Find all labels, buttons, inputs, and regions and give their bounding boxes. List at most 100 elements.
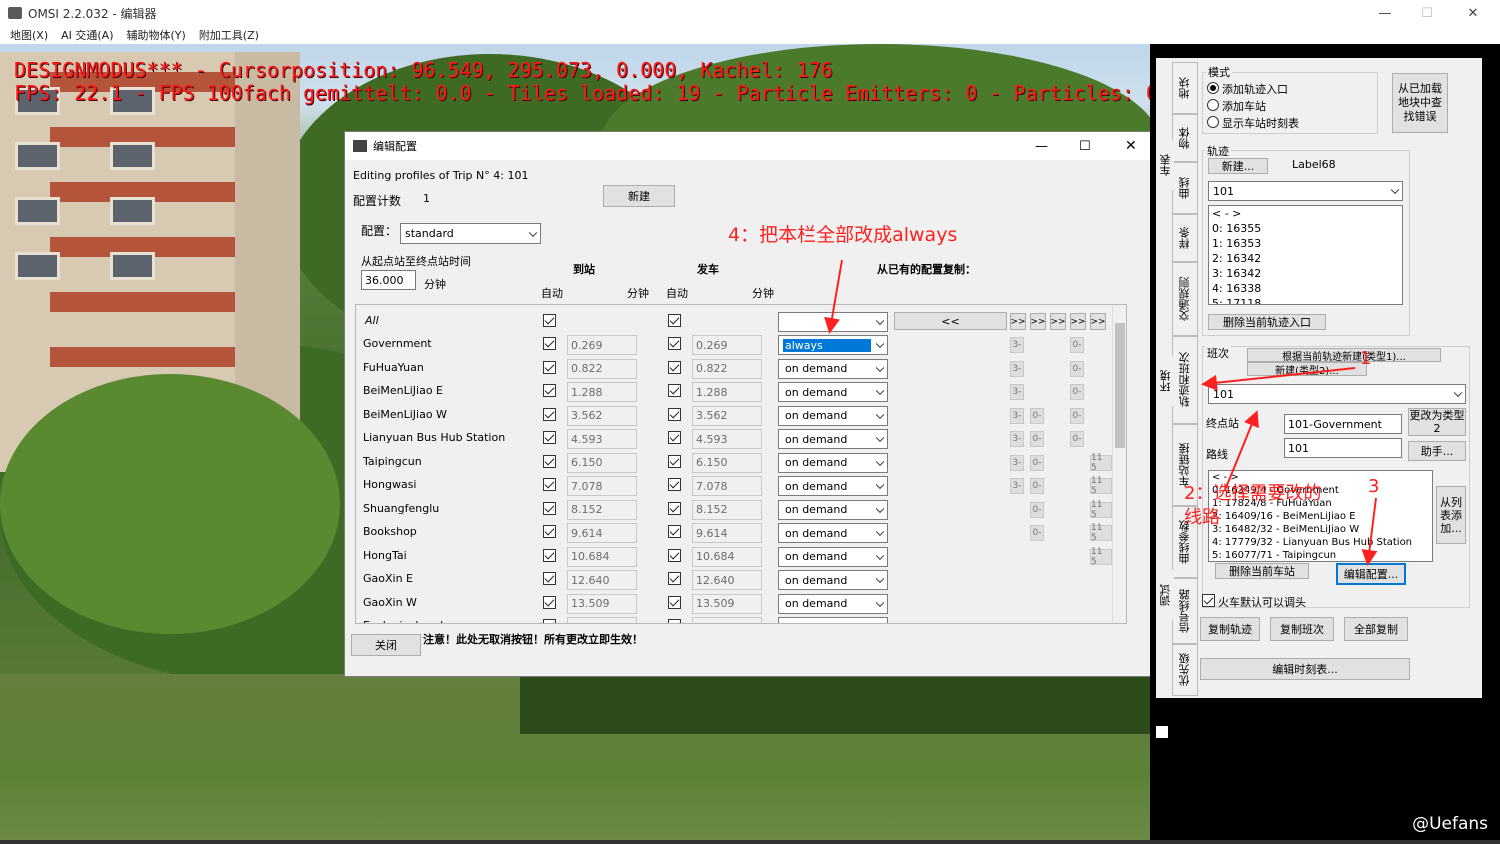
dialog-close-button[interactable]: ✕ <box>1125 138 1137 154</box>
track-list[interactable]: < - > 0: 16355 1: 16353 2: 16342 3: 1634… <box>1208 205 1403 305</box>
delete-entry-button[interactable]: 删除当前轨迹入口 <box>1208 314 1326 330</box>
helper-button[interactable]: 助手... <box>1408 441 1466 461</box>
new-profile-button[interactable]: 新建 <box>603 185 675 207</box>
copy-source-cell[interactable]: 0- <box>1070 431 1084 447</box>
tab-priority[interactable]: 优先级 <box>1172 644 1198 696</box>
all-depart-auto-checkbox[interactable] <box>668 314 681 327</box>
depart-auto-checkbox[interactable] <box>668 595 681 609</box>
tab-traffic-rules[interactable]: 交通规则 <box>1172 262 1198 336</box>
stop-mode-select[interactable]: on demand <box>778 523 888 543</box>
copy-back-button[interactable]: << <box>894 312 1007 330</box>
stop-mode-select[interactable]: on demand <box>778 476 888 496</box>
copy-all-button[interactable]: 全部复制 <box>1344 617 1408 641</box>
arrive-auto-checkbox[interactable] <box>543 595 556 609</box>
close-app-button[interactable]: ✕ <box>1450 0 1496 26</box>
depart-time-input[interactable]: 7.078 <box>692 476 762 496</box>
depart-time-input[interactable]: 1.288 <box>692 382 762 402</box>
copy-fwd-button-3[interactable]: >> <box>1050 313 1066 330</box>
menu-map[interactable]: 地图(X) <box>10 27 48 43</box>
arrive-time-input[interactable]: 12.640 <box>567 570 637 590</box>
copy-source-cell[interactable]: 3- <box>1010 337 1024 353</box>
depart-auto-checkbox[interactable] <box>668 619 681 623</box>
dialog-maximize-button[interactable]: ☐ <box>1079 139 1091 154</box>
arrive-auto-checkbox[interactable] <box>543 501 556 515</box>
track-new-button[interactable]: 新建... <box>1208 158 1268 174</box>
copy-source-cell[interactable]: 11 5 <box>1090 476 1112 496</box>
depart-time-input[interactable]: 13.509 <box>692 593 762 614</box>
depart-time-input[interactable]: 10.684 <box>692 546 762 567</box>
depart-auto-checkbox[interactable] <box>668 384 681 397</box>
list-item[interactable]: 1: 16353 <box>1209 236 1402 251</box>
list-item[interactable]: 2: 16342 <box>1209 251 1402 266</box>
trip-new-type2-button[interactable]: 新建(类型2)... <box>1247 362 1367 377</box>
copy-source-cell[interactable]: 3- <box>1010 431 1024 447</box>
arrive-auto-checkbox[interactable] <box>543 478 556 491</box>
arrive-auto-checkbox[interactable] <box>543 337 556 350</box>
all-arrive-auto-checkbox[interactable] <box>543 314 556 327</box>
depart-time-input[interactable]: 4.593 <box>692 429 762 449</box>
dialog-minimize-button[interactable]: — <box>1035 139 1048 154</box>
minimize-button[interactable]: — <box>1362 0 1408 26</box>
stop-mode-select[interactable]: always <box>778 335 888 355</box>
total-time-input[interactable]: 36.000 <box>361 270 416 290</box>
copy-source-cell[interactable]: 11 5 <box>1090 500 1112 520</box>
maximize-button[interactable]: ☐ <box>1404 0 1450 26</box>
arrive-time-input[interactable]: 14.000 <box>567 617 637 623</box>
stop-mode-select[interactable]: on demand <box>778 570 888 590</box>
arrive-time-input[interactable]: 10.684 <box>567 546 637 567</box>
stop-mode-select[interactable]: on demand <box>778 546 888 567</box>
copy-source-cell[interactable]: 0- <box>1030 431 1044 447</box>
copy-fwd-button-1[interactable]: >> <box>1010 313 1026 330</box>
arrive-auto-checkbox[interactable] <box>543 431 556 444</box>
depart-auto-checkbox[interactable] <box>668 407 681 421</box>
train-reverse-checkbox[interactable] <box>1202 594 1215 607</box>
arrive-time-input[interactable]: 8.152 <box>567 499 637 520</box>
tab-environment[interactable]: 环境 <box>1158 356 1174 406</box>
delete-stop-button[interactable]: 删除当前车站 <box>1215 563 1309 579</box>
stop-mode-select[interactable]: on demand <box>778 452 888 473</box>
tab-tiles[interactable]: 地块 <box>1172 62 1198 114</box>
copy-fwd-button-2[interactable]: >> <box>1030 313 1046 330</box>
arrive-auto-checkbox[interactable] <box>543 407 556 421</box>
copy-source-cell[interactable]: 0- <box>1070 360 1084 377</box>
stop-mode-select[interactable]: on demand <box>778 499 888 520</box>
copy-source-cell[interactable]: 0- <box>1030 407 1044 424</box>
stop-mode-select[interactable]: on demand <box>778 617 888 623</box>
depart-auto-checkbox[interactable] <box>668 360 681 374</box>
stop-mode-select[interactable]: on demand <box>778 429 888 449</box>
stop-mode-select[interactable]: on demand <box>778 405 888 426</box>
depart-auto-checkbox[interactable] <box>668 548 681 562</box>
arrive-time-input[interactable]: 9.614 <box>567 523 637 543</box>
copy-source-cell[interactable]: 11 5 <box>1090 547 1112 567</box>
mode-radio-track-entry[interactable] <box>1207 82 1219 94</box>
tab-signal-routes[interactable]: 信号线路 <box>1172 578 1198 644</box>
copy-source-cell[interactable]: 11 5 <box>1090 523 1112 543</box>
menu-extra-tools[interactable]: 附加工具(Z) <box>199 27 259 43</box>
arrive-auto-checkbox[interactable] <box>543 384 556 397</box>
arrive-time-input[interactable]: 3.562 <box>567 405 637 426</box>
arrive-auto-checkbox[interactable] <box>543 454 556 468</box>
copy-fwd-button-5[interactable]: >> <box>1090 313 1106 330</box>
depart-time-input[interactable]: 12.640 <box>692 570 762 590</box>
copy-fwd-button-4[interactable]: >> <box>1070 313 1086 330</box>
arrive-auto-checkbox[interactable] <box>543 572 556 585</box>
copy-source-cell[interactable]: 3- <box>1010 360 1024 377</box>
tab-splines[interactable]: 样条 <box>1172 214 1198 262</box>
copy-source-cell[interactable]: 3- <box>1010 384 1024 400</box>
list-item[interactable]: 0: 16355 <box>1209 221 1402 236</box>
add-from-list-button[interactable]: 从列表添加... <box>1436 486 1466 544</box>
arrive-auto-checkbox[interactable] <box>543 360 556 374</box>
change-type-button[interactable]: 更改为类型2 <box>1408 408 1466 436</box>
depart-time-input[interactable]: 8.152 <box>692 499 762 520</box>
arrive-time-input[interactable]: 4.593 <box>567 429 637 449</box>
edit-timetable-button[interactable]: 编辑时刻表... <box>1200 658 1410 680</box>
tab-objects[interactable]: 物体 <box>1172 114 1198 162</box>
copy-track-button[interactable]: 复制轨迹 <box>1200 617 1260 641</box>
depart-auto-checkbox[interactable] <box>668 454 681 468</box>
arrive-time-input[interactable]: 1.288 <box>567 382 637 402</box>
close-dialog-button[interactable]: 关闭 <box>351 634 421 656</box>
all-mode-select[interactable] <box>778 312 888 332</box>
arrive-time-input[interactable]: 0.822 <box>567 358 637 379</box>
profile-select[interactable]: standard <box>400 223 541 244</box>
copy-source-cell[interactable]: 0- <box>1070 337 1084 353</box>
